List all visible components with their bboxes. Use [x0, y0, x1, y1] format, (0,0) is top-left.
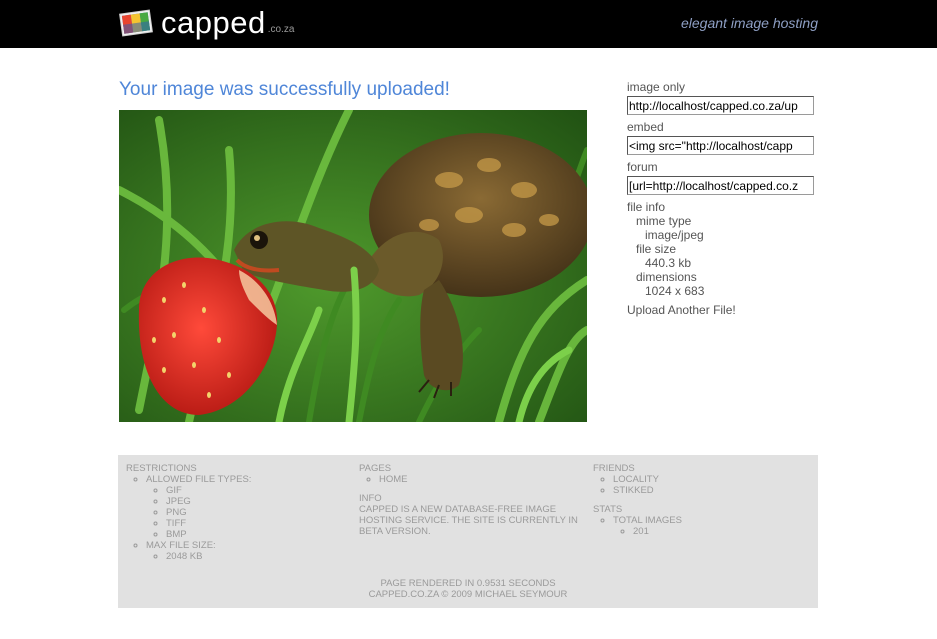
- info-text: CAPPED IS A NEW DATABASE-FREE IMAGE HOST…: [359, 504, 578, 537]
- total-images-value: 201: [633, 526, 793, 537]
- stats-title: STATS: [593, 504, 623, 515]
- footer: RESTRICTIONS ALLOWED FILE TYPES: GIF JPE…: [118, 455, 818, 608]
- logo-text: capped: [161, 5, 266, 40]
- friend-link-stikked[interactable]: STIKKED: [613, 485, 793, 496]
- file-type-item: TIFF: [166, 518, 346, 529]
- dimensions-label: dimensions: [636, 270, 697, 284]
- file-type-item: BMP: [166, 529, 346, 540]
- forum-label: forum: [627, 160, 658, 174]
- uploaded-image-preview[interactable]: [119, 110, 587, 422]
- restrictions-title: RESTRICTIONS: [126, 463, 197, 474]
- info-title: INFO: [359, 493, 382, 504]
- logo-photo-icon: [119, 9, 153, 37]
- friend-link-locality[interactable]: LOCALITY: [613, 474, 793, 485]
- image-only-label: image only: [627, 80, 686, 94]
- footer-bottom: PAGE RENDERED IN 0.9531 SECONDS CAPPED.C…: [118, 578, 818, 600]
- file-size-value: 440.3 kb: [645, 256, 692, 270]
- upload-success-title: Your image was successfully uploaded!: [119, 79, 450, 100]
- footer-col-friends: FRIENDS LOCALITY STIKKED STATS TOTAL IMA…: [593, 463, 793, 537]
- mime-type-value: image/jpeg: [645, 228, 704, 242]
- logo-domain: .co.za: [267, 23, 295, 35]
- footer-col-restrictions: RESTRICTIONS ALLOWED FILE TYPES: GIF JPE…: [126, 463, 346, 562]
- allowed-types-label: ALLOWED FILE TYPES:: [146, 474, 252, 485]
- max-size-value: 2048 KB: [166, 551, 346, 562]
- header-bar: capped .co.za elegant image hosting: [0, 0, 937, 48]
- copyright-text: CAPPED.CO.ZA © 2009 MICHAEL SEYMOUR: [368, 589, 568, 600]
- embed-label: embed: [627, 120, 664, 134]
- file-size-label: file size: [636, 242, 677, 256]
- image-only-url-field[interactable]: [627, 96, 814, 115]
- file-type-item: PNG: [166, 507, 346, 518]
- file-info-title: file info: [627, 200, 666, 214]
- forum-code-field[interactable]: [627, 176, 814, 195]
- footer-link-home[interactable]: HOME: [379, 474, 579, 485]
- turtle-strawberry-photo: [119, 110, 587, 422]
- footer-col-pages: PAGES HOME INFO CAPPED IS A NEW DATABASE…: [359, 463, 579, 537]
- site-logo[interactable]: capped .co.za: [119, 7, 294, 39]
- render-time-text: PAGE RENDERED IN 0.9531 SECONDS: [380, 578, 556, 589]
- link-sidebar: image only embed forum file info mime ty…: [627, 80, 827, 317]
- site-tagline: elegant image hosting: [681, 15, 818, 31]
- friends-title: FRIENDS: [593, 463, 635, 474]
- embed-code-field[interactable]: [627, 136, 814, 155]
- max-size-label: MAX FILE SIZE:: [146, 540, 216, 551]
- total-images-label: TOTAL IMAGES: [613, 515, 682, 526]
- pages-title: PAGES: [359, 463, 392, 474]
- max-size-item: MAX FILE SIZE: 2048 KB: [146, 540, 346, 562]
- file-type-item: JPEG: [166, 496, 346, 507]
- allowed-types-item: ALLOWED FILE TYPES: GIF JPEG PNG TIFF BM…: [146, 474, 346, 540]
- total-images-item: TOTAL IMAGES 201: [613, 515, 793, 537]
- file-type-item: GIF: [166, 485, 346, 496]
- mime-type-label: mime type: [636, 214, 692, 228]
- dimensions-value: 1024 x 683: [645, 284, 705, 298]
- upload-another-link[interactable]: Upload Another File!: [627, 303, 827, 317]
